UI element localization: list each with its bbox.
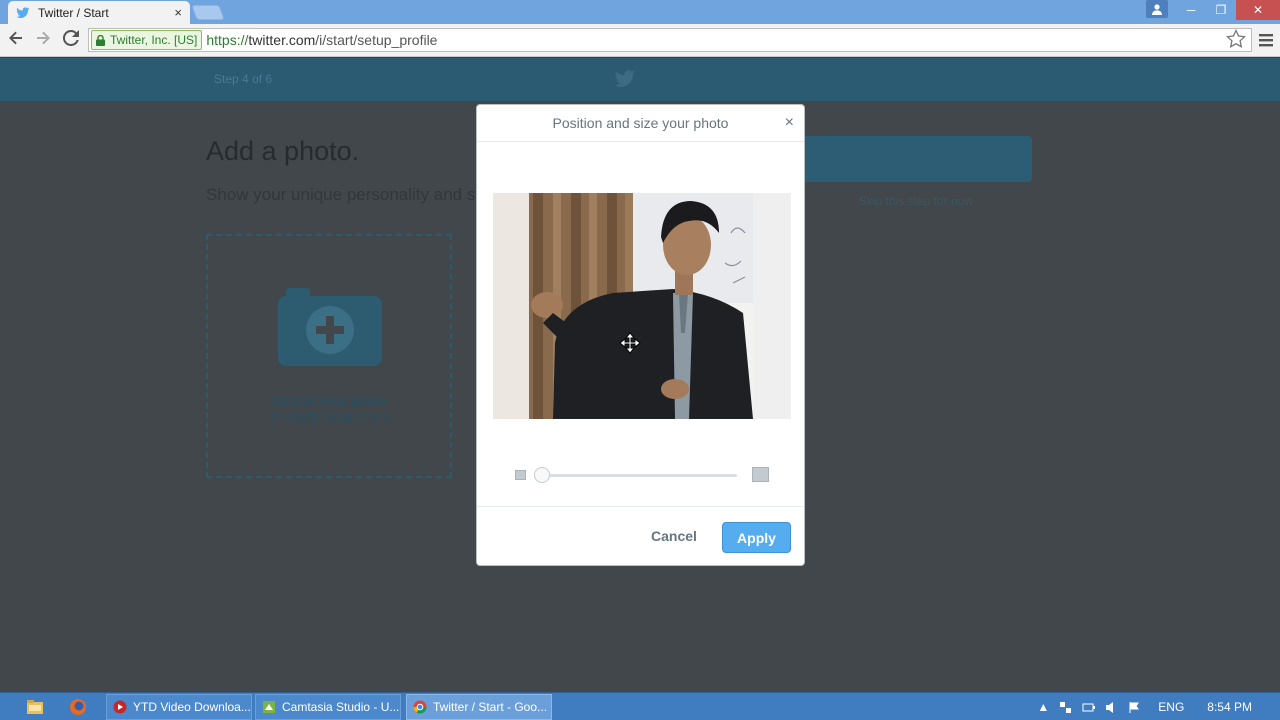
forward-arrow-icon[interactable] [33,30,53,50]
windows-taskbar: YTD Video Downloa... Camtasia Studio - U… [0,692,1280,720]
url-text: https://twitter.com/i/start/setup_profil… [206,32,437,48]
bookmark-star-icon[interactable] [1226,29,1246,49]
twitter-header-bar: Step 4 of 6 [0,58,1280,101]
file-explorer-icon[interactable] [26,698,44,716]
action-center-flag-icon[interactable] [1128,701,1141,714]
tab-close-icon[interactable]: × [174,5,182,20]
back-arrow-icon[interactable] [6,30,26,50]
zoom-in-icon[interactable] [752,467,769,482]
taskbar-item-camtasia[interactable]: Camtasia Studio - U... [255,694,401,720]
security-label: Twitter, Inc. [US] [110,33,198,47]
restore-button[interactable]: ❐ [1206,0,1236,20]
zoom-slider[interactable] [515,467,769,483]
page-title: Add a photo. [206,136,360,166]
twitter-logo-icon [614,70,635,87]
camtasia-icon [263,701,275,713]
window-controls: ─ ❐ ✕ [1146,0,1280,20]
upload-hint: or simply drag it here [268,409,390,424]
chrome-icon [413,700,427,714]
clock[interactable]: 8:54 PM [1207,700,1252,714]
upload-title: Upload your photo [271,393,387,408]
taskbar-item-chrome[interactable]: Twitter / Start - Goo... [406,694,552,720]
photo-dropzone[interactable]: Upload your photo or simply drag it here [206,234,452,478]
user-profile-icon[interactable] [1146,0,1168,18]
reload-icon[interactable] [61,29,81,50]
lock-icon [96,34,105,46]
page-subtitle: Show your unique personality and style. [206,185,507,204]
skip-link[interactable]: Skip this step for now [800,194,1032,208]
tray-expand-icon[interactable]: ▲ [1037,700,1049,714]
zoom-out-icon[interactable] [515,470,526,480]
browser-titlebar: Twitter / Start × ─ ❐ ✕ [0,0,1280,24]
browser-toolbar: Twitter, Inc. [US] https://twitter.com/i… [0,24,1280,57]
close-window-button[interactable]: ✕ [1236,0,1280,20]
ytd-icon [113,700,127,714]
volume-icon[interactable] [1105,701,1118,714]
photo-crop-area[interactable] [493,193,791,419]
taskbar-item-label: Camtasia Studio - U... [282,700,400,714]
url-host: twitter.com [248,32,316,48]
taskbar-item-label: Twitter / Start - Goo... [433,700,548,714]
address-bar[interactable]: Twitter, Inc. [US] https://twitter.com/i… [88,28,1252,52]
close-icon[interactable]: × [785,114,794,132]
network-icon[interactable] [1059,701,1072,714]
system-tray: ▲ ENG 8:54 PM [1032,693,1280,720]
twitter-bird-icon [16,6,30,18]
url-path: /i/start/setup_profile [315,32,438,48]
minimize-button[interactable]: ─ [1176,0,1206,20]
firefox-icon[interactable] [69,698,87,716]
taskbar-item-ytd[interactable]: YTD Video Downloa... [106,694,252,720]
tab-title: Twitter / Start [38,5,109,20]
dialog-header: Position and size your photo × [477,105,804,142]
crop-photo-dialog: Position and size your photo × Cancel Ap… [476,104,805,566]
security-badge[interactable]: Twitter, Inc. [US] [91,30,203,50]
cancel-button[interactable]: Cancel [651,528,697,544]
photo-image[interactable] [493,193,791,419]
apply-button[interactable]: Apply [722,522,791,553]
new-tab-button[interactable] [191,5,225,20]
zoom-track[interactable] [537,474,737,477]
url-scheme: https:// [206,32,249,48]
step-indicator: Step 4 of 6 [214,72,273,86]
next-button[interactable] [800,136,1032,182]
camera-add-icon [278,288,382,366]
chrome-menu-icon[interactable] [1256,30,1276,50]
taskbar-item-label: YTD Video Downloa... [133,700,251,714]
dialog-title: Position and size your photo [552,115,729,131]
battery-icon[interactable] [1082,701,1096,714]
language-indicator[interactable]: ENG [1158,700,1184,714]
browser-tab[interactable]: Twitter / Start × [8,1,190,24]
dialog-footer: Cancel Apply [477,506,804,566]
zoom-thumb[interactable] [534,467,550,483]
